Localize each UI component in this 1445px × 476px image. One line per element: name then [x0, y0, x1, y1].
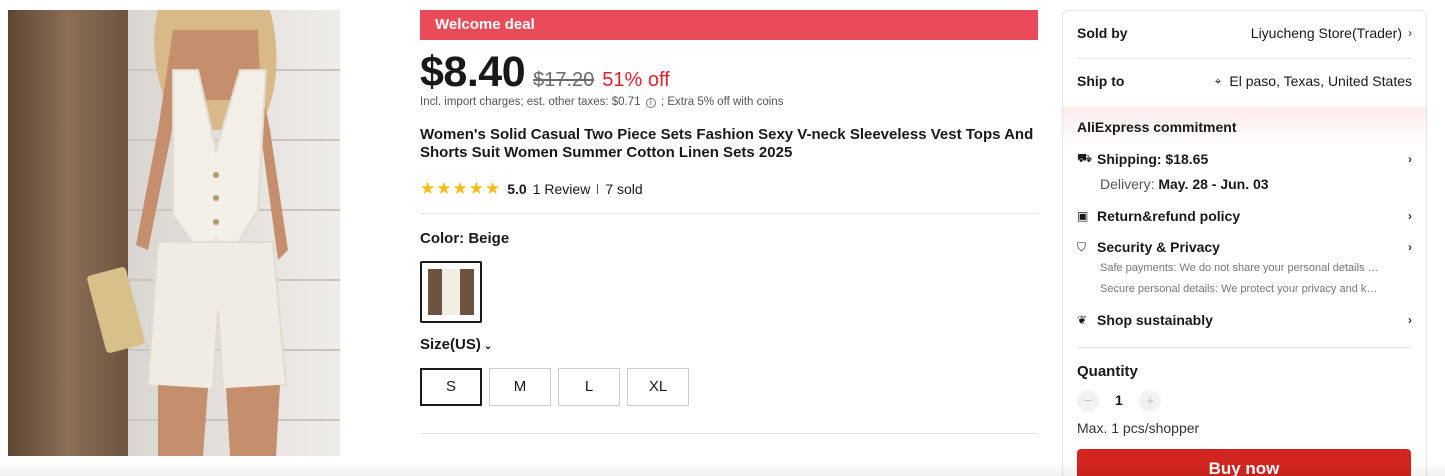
sold-count: 7 sold — [605, 181, 643, 197]
size-label-text: Size(US) — [420, 336, 481, 353]
star-icon: ★ — [468, 179, 484, 198]
chevron-right-icon: › — [1408, 152, 1412, 166]
return-policy-label: Return&refund policy — [1097, 208, 1241, 224]
color-swatch-beige[interactable] — [420, 261, 482, 323]
commitment-header: AliExpress commitment — [1063, 107, 1426, 147]
size-option-xl[interactable]: XL — [627, 368, 689, 406]
product-title: Women's Solid Casual Two Piece Sets Fash… — [420, 126, 1034, 161]
divider — [1077, 58, 1412, 59]
review-count-link[interactable]: 1 Review — [533, 181, 591, 197]
discount-percent: 51% off — [602, 69, 670, 91]
sold-by-label: Sold by — [1077, 25, 1128, 41]
size-label[interactable]: Size(US) ⌄ — [420, 336, 492, 353]
ship-to-location[interactable]: ⌖ El paso, Texas, United States — [1215, 73, 1412, 89]
star-icon: ★ — [452, 179, 468, 198]
quantity-label: Quantity — [1077, 363, 1138, 380]
location-pin-icon: ⌖ — [1214, 73, 1222, 88]
store-name: Liyucheng Store(Trader) — [1250, 25, 1402, 41]
delivery-dates: May. 28 - Jun. 03 — [1158, 176, 1269, 192]
chevron-down-icon: ⌄ — [483, 341, 493, 352]
chevron-right-icon: › — [1408, 209, 1412, 223]
shipping-cost: Shipping: $18.65 — [1097, 151, 1209, 167]
security-note-payments: Safe payments: We do not share your pers… — [1100, 262, 1382, 274]
chevron-right-icon: › — [1408, 313, 1412, 327]
ship-to-value: El paso, Texas, United States — [1229, 73, 1412, 89]
info-icon[interactable]: i — [645, 98, 656, 108]
return-box-icon: ▣ — [1077, 209, 1089, 223]
divider — [420, 213, 1038, 214]
chevron-right-icon: › — [1408, 26, 1412, 40]
delivery-line: Delivery: May. 28 - Jun. 03 — [1100, 176, 1269, 192]
chevron-right-icon: › — [1408, 240, 1412, 254]
star-icon: ★ — [485, 179, 501, 198]
sold-by-row[interactable]: Sold by Liyucheng Store(Trader) › — [1077, 25, 1412, 41]
size-option-l[interactable]: L — [558, 368, 620, 406]
tax-info-line: Incl. import charges; est. other taxes: … — [420, 96, 783, 108]
ship-to-label: Ship to — [1077, 73, 1125, 89]
security-row[interactable]: ⛉ Security & Privacy › — [1077, 239, 1412, 255]
plus-icon[interactable]: + — [1139, 390, 1161, 412]
security-label: Security & Privacy — [1097, 239, 1220, 255]
star-icon: ★ — [420, 179, 436, 198]
return-policy-row[interactable]: ▣ Return&refund policy › — [1077, 208, 1412, 224]
quantity-value[interactable]: 1 — [1115, 392, 1123, 408]
ship-to-row[interactable]: Ship to ⌖ El paso, Texas, United States — [1077, 73, 1412, 89]
star-icon: ★ — [436, 179, 452, 198]
coins-text: ; Extra 5% off with coins — [660, 96, 784, 108]
rating-row[interactable]: ★ ★ ★ ★ ★ 5.0 1 Review 7 sold — [420, 179, 643, 199]
shield-icon: ⛉ — [1077, 239, 1087, 254]
max-per-shopper: Max. 1 pcs/shopper — [1077, 420, 1200, 436]
store-name-link[interactable]: Liyucheng Store(Trader) › — [1251, 25, 1412, 41]
purchase-panel: Sold by Liyucheng Store(Trader) › Ship t… — [1062, 10, 1427, 476]
divider — [1077, 347, 1412, 348]
rating-score: 5.0 — [507, 181, 527, 197]
buy-now-button[interactable]: Buy now — [1077, 449, 1411, 476]
product-image[interactable] — [8, 10, 340, 456]
shipping-row[interactable]: ⛟ Shipping: $18.65 › — [1077, 151, 1412, 167]
divider — [420, 433, 1038, 434]
tax-text: Incl. import charges; est. other taxes: … — [420, 96, 641, 108]
truck-icon: ⛟ — [1077, 151, 1093, 165]
swatch-thumbnail — [428, 269, 474, 315]
product-photo — [8, 10, 340, 456]
separator — [597, 184, 599, 194]
size-option-s[interactable]: S — [420, 368, 482, 406]
minus-icon[interactable]: − — [1077, 390, 1099, 412]
current-price: $8.40 — [420, 48, 526, 96]
leaf-icon: ❦ — [1077, 313, 1088, 327]
security-note-details: Secure personal details: We protect your… — [1100, 283, 1382, 295]
original-price: $17.20 — [533, 69, 595, 91]
price-row: $8.40 $17.20 51% off — [420, 48, 670, 96]
delivery-label: Delivery: — [1100, 176, 1155, 192]
sustainable-row[interactable]: ❦ Shop sustainably › — [1077, 312, 1412, 328]
color-label: Color: Beige — [420, 230, 510, 247]
welcome-deal-banner: Welcome deal — [420, 10, 1038, 40]
size-option-m[interactable]: M — [489, 368, 551, 406]
sustainable-label: Shop sustainably — [1097, 312, 1213, 328]
